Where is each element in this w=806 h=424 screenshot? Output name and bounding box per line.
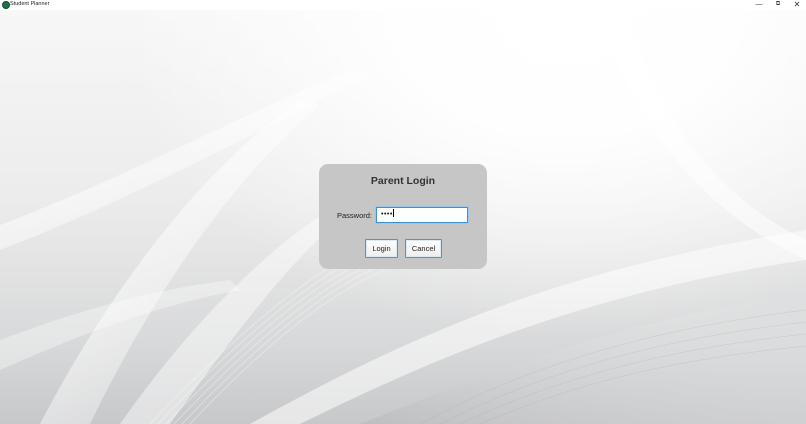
- cancel-button[interactable]: Cancel: [405, 239, 442, 258]
- dialog-title: Parent Login: [370, 175, 436, 187]
- password-field[interactable]: ••••: [376, 207, 468, 223]
- password-label: Password:: [337, 211, 373, 220]
- restore-icon[interactable]: ⧉: [770, 0, 786, 9]
- login-button[interactable]: Login: [365, 239, 398, 258]
- minimize-icon[interactable]: —: [751, 0, 767, 9]
- password-value: ••••: [381, 211, 393, 218]
- close-icon[interactable]: ✕: [789, 0, 805, 9]
- title-bar[interactable]: Student Planner — ⧉ ✕: [0, 0, 806, 10]
- app-logo-icon: [2, 1, 10, 9]
- parent-login-dialog: Parent Login Password: •••• Login Cancel: [319, 164, 487, 269]
- text-caret: [392, 209, 394, 217]
- app-window: Student Planner — ⧉ ✕ Parent Login Passw…: [0, 0, 806, 424]
- window-title: Student Planner: [10, 1, 50, 7]
